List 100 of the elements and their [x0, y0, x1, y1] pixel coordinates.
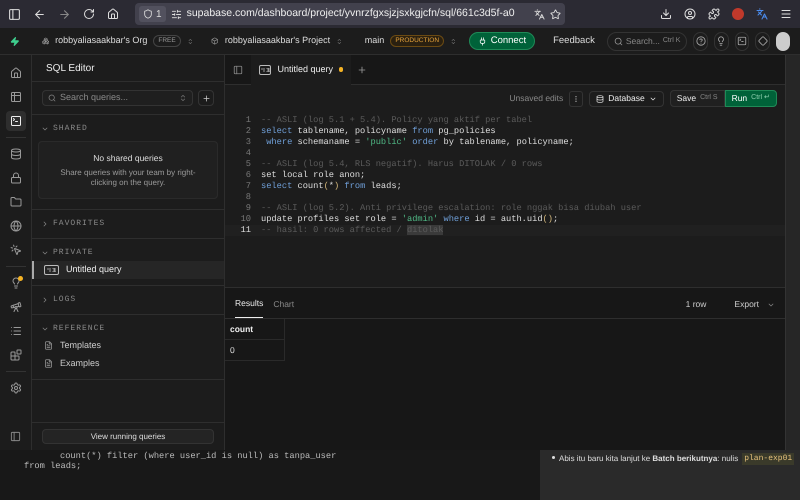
- url-text: supabase.com/dashboard/project/yvnrzfgxsjzjsxkgjcfn/sql/661c3d5f-a0: [186, 6, 516, 22]
- database-dropdown[interactable]: Database: [589, 90, 664, 106]
- code-text: -- ASLI (log 5.4, RLS negatif). Harus DITOLAK / 0 rows: [261, 159, 543, 170]
- line-number: 2: [244, 126, 251, 137]
- reload-icon[interactable]: [83, 8, 95, 20]
- avatar[interactable]: [776, 32, 790, 50]
- search-placeholder: Search queries...: [60, 91, 130, 104]
- section-title[interactable]: FAVORITES: [53, 218, 106, 230]
- table-icon: [10, 91, 22, 103]
- shield-icon: [143, 9, 153, 19]
- shield-button[interactable]: 1: [139, 6, 166, 22]
- nav-button[interactable]: [6, 111, 26, 131]
- new-query-button[interactable]: [198, 90, 214, 106]
- sql-file-icon: [259, 64, 272, 74]
- code-text: select count(*) from leads;: [261, 181, 402, 192]
- lightbulb-icon: [10, 277, 22, 289]
- sql-file-icon: [44, 264, 59, 275]
- terminal-icon: [10, 115, 22, 127]
- table-cell: 0: [225, 340, 285, 361]
- database-icon: [10, 148, 22, 160]
- translate-extension-icon[interactable]: [756, 8, 768, 20]
- new-tab-icon[interactable]: [357, 64, 367, 74]
- item-label: Examples: [60, 357, 100, 370]
- project-icon: [211, 36, 219, 46]
- bookmark-icon[interactable]: [550, 8, 561, 20]
- section-title[interactable]: LOGS: [53, 294, 76, 306]
- sidebar-toggle-icon[interactable]: [8, 8, 21, 20]
- folder-icon: [10, 196, 22, 208]
- search-queries-field[interactable]: Search queries...: [42, 90, 193, 106]
- chevron-icon[interactable]: [41, 220, 49, 228]
- line-number: 4: [244, 148, 251, 159]
- code-text: -- ASLI (log 5.1 + 5.4). Policy yang aktif per tabel: [261, 115, 532, 126]
- branch-switch-icon[interactable]: [450, 36, 457, 46]
- logo-icon[interactable]: [10, 34, 20, 48]
- menu-icon[interactable]: [780, 8, 792, 20]
- code-text: where schemaname = 'public' order by tablename, policyname;: [265, 137, 574, 148]
- search-icon: [614, 36, 623, 46]
- lock-icon: [10, 172, 22, 184]
- document-icon: [44, 341, 53, 350]
- line-number: 3: [244, 137, 251, 148]
- settings-icon: [10, 382, 22, 394]
- project-switch-icon[interactable]: [336, 36, 343, 46]
- back-icon[interactable]: [33, 8, 46, 20]
- results-tab[interactable]: Chart: [273, 298, 294, 318]
- org-name[interactable]: robbyaliasaakbar's Org: [55, 34, 148, 48]
- chevron-icon[interactable]: [41, 125, 49, 133]
- view-running-queries-button[interactable]: View running queries: [42, 429, 214, 444]
- diamond-icon[interactable]: [758, 36, 768, 46]
- translate-icon[interactable]: [534, 8, 545, 20]
- connect-button[interactable]: Connect: [468, 32, 536, 50]
- sort-icon[interactable]: [179, 94, 187, 102]
- code-text: update profiles set role = 'admin' where id = auth.uid();: [261, 214, 558, 225]
- home-icon[interactable]: [107, 8, 119, 20]
- query-item[interactable]: Untitled query: [32, 260, 224, 279]
- section-title[interactable]: REFERENCE: [53, 322, 106, 335]
- line-number: 5: [244, 159, 251, 170]
- terminal-icon[interactable]: [736, 36, 747, 46]
- line-number: 7: [244, 181, 251, 192]
- help-icon[interactable]: [696, 36, 706, 46]
- feedback-button[interactable]: Feedback: [553, 34, 595, 48]
- row-count: 1 row: [686, 298, 706, 312]
- item-label: Templates: [60, 339, 102, 352]
- query-item[interactable]: Templates: [32, 336, 224, 355]
- code-text: -- ASLI (log 5.2). Anti privilege escalation: role nggak bisa diubah user: [261, 203, 642, 214]
- project-name[interactable]: robbyaliasaakbar's Project: [224, 34, 330, 48]
- permissions-icon[interactable]: [170, 8, 182, 20]
- account-icon[interactable]: [684, 8, 696, 20]
- results-tab[interactable]: Results: [235, 297, 264, 318]
- panel-toggle-icon[interactable]: [10, 431, 21, 442]
- line-number: 1: [244, 115, 251, 126]
- code-text: select tablename, policyname from pg_policies: [261, 126, 496, 137]
- org-switch-icon[interactable]: [186, 36, 194, 46]
- code-text: set local role anon;: [261, 170, 366, 181]
- forward-icon[interactable]: [58, 8, 71, 20]
- code-chip: plan-exp01: [742, 453, 794, 465]
- branch-name[interactable]: main: [364, 34, 384, 48]
- extension-icon[interactable]: [732, 8, 744, 20]
- line-number: 6: [244, 170, 251, 181]
- chevron-icon[interactable]: [41, 296, 49, 304]
- query-tab[interactable]: Untitled query: [251, 54, 351, 84]
- section-title[interactable]: PRIVATE: [53, 246, 94, 259]
- empty-state-text: Share queries with your team by right-clicking on the query.: [59, 168, 197, 188]
- lightbulb-icon[interactable]: [716, 36, 726, 46]
- panel-toggle-icon[interactable]: [233, 64, 243, 74]
- extensions-icon[interactable]: [708, 8, 720, 20]
- cursor-icon: [10, 244, 22, 256]
- line-number: 8: [244, 192, 251, 203]
- chat-text: Abis itu baru kita lanjut ke Batch berikutnya: nulis: [559, 453, 738, 465]
- plug-icon: [478, 36, 487, 46]
- tab-label: Untitled query: [277, 62, 333, 76]
- document-icon: [44, 359, 53, 368]
- search-icon: [48, 94, 56, 102]
- query-item[interactable]: Examples: [32, 354, 224, 373]
- address-bar[interactable]: 1 supabase.com/dashboard/project/yvnrzfgxsjzjsxkgjcfn/sql/661c3d5f-a0: [135, 3, 565, 25]
- section-title[interactable]: SHARED: [53, 123, 88, 135]
- home-icon: [10, 67, 22, 79]
- download-icon[interactable]: [660, 8, 672, 20]
- export-button[interactable]: Export: [734, 298, 775, 318]
- status-text: Unsaved edits: [509, 92, 564, 105]
- line-number: 9: [244, 203, 251, 214]
